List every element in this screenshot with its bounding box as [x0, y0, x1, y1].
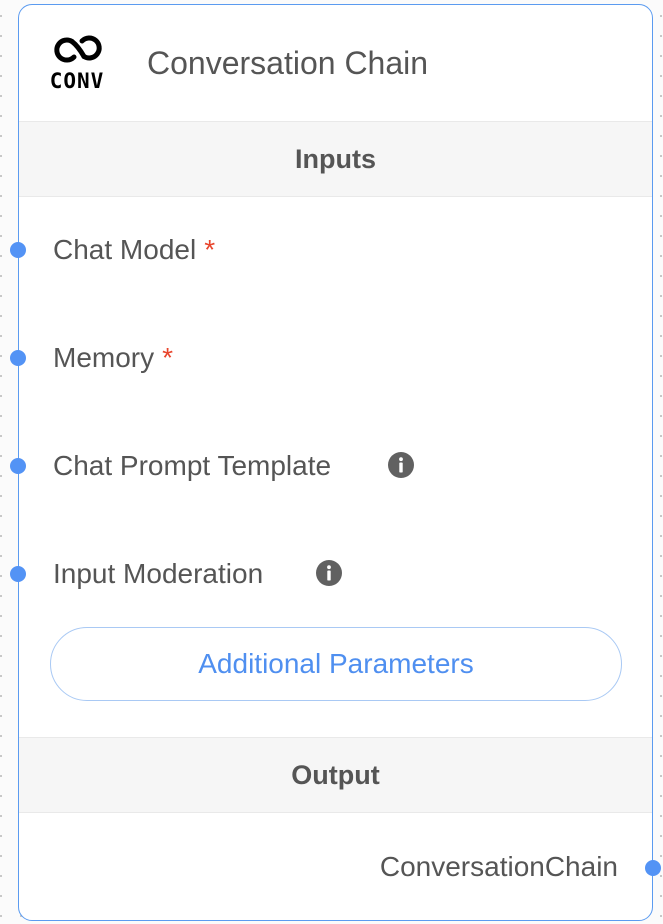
- chat-model-label: Chat Model *: [53, 234, 216, 265]
- input-row-chat-model: Chat Model *: [10, 230, 652, 270]
- memory-input-handle[interactable]: [10, 350, 26, 366]
- required-marker: *: [204, 234, 216, 265]
- output-section-header: Output: [19, 737, 652, 813]
- info-icon[interactable]: [387, 451, 415, 479]
- info-icon[interactable]: [315, 559, 343, 587]
- inputs-section-header: Inputs: [19, 121, 652, 197]
- required-marker: *: [162, 342, 174, 373]
- input-moderation-input-handle[interactable]: [10, 566, 26, 582]
- conversation-chain-node[interactable]: CONV Conversation Chain Inputs Chat Mode…: [10, 4, 661, 921]
- output-row-conversation-chain: ConversationChain: [19, 847, 661, 887]
- input-row-input-moderation: Input Moderation: [10, 554, 652, 594]
- chat-prompt-template-label: Chat Prompt Template: [53, 450, 332, 481]
- node-title: Conversation Chain: [147, 45, 429, 81]
- conversation-chain-output-label: ConversationChain: [379, 851, 618, 882]
- chat-prompt-template-input-handle[interactable]: [10, 458, 26, 474]
- conversation-chain-output-handle[interactable]: [645, 860, 661, 876]
- additional-parameters-button[interactable]: Additional Parameters: [50, 627, 622, 701]
- input-moderation-label: Input Moderation: [53, 558, 264, 589]
- node-logo: CONV: [45, 33, 109, 97]
- memory-label: Memory *: [53, 342, 174, 373]
- chain-link-icon: [54, 35, 102, 63]
- input-row-chat-prompt-template: Chat Prompt Template: [10, 446, 652, 486]
- node-header: CONV Conversation Chain: [19, 5, 652, 121]
- logo-text: CONV: [49, 69, 105, 93]
- input-row-memory: Memory *: [10, 338, 652, 378]
- chat-model-input-handle[interactable]: [10, 242, 26, 258]
